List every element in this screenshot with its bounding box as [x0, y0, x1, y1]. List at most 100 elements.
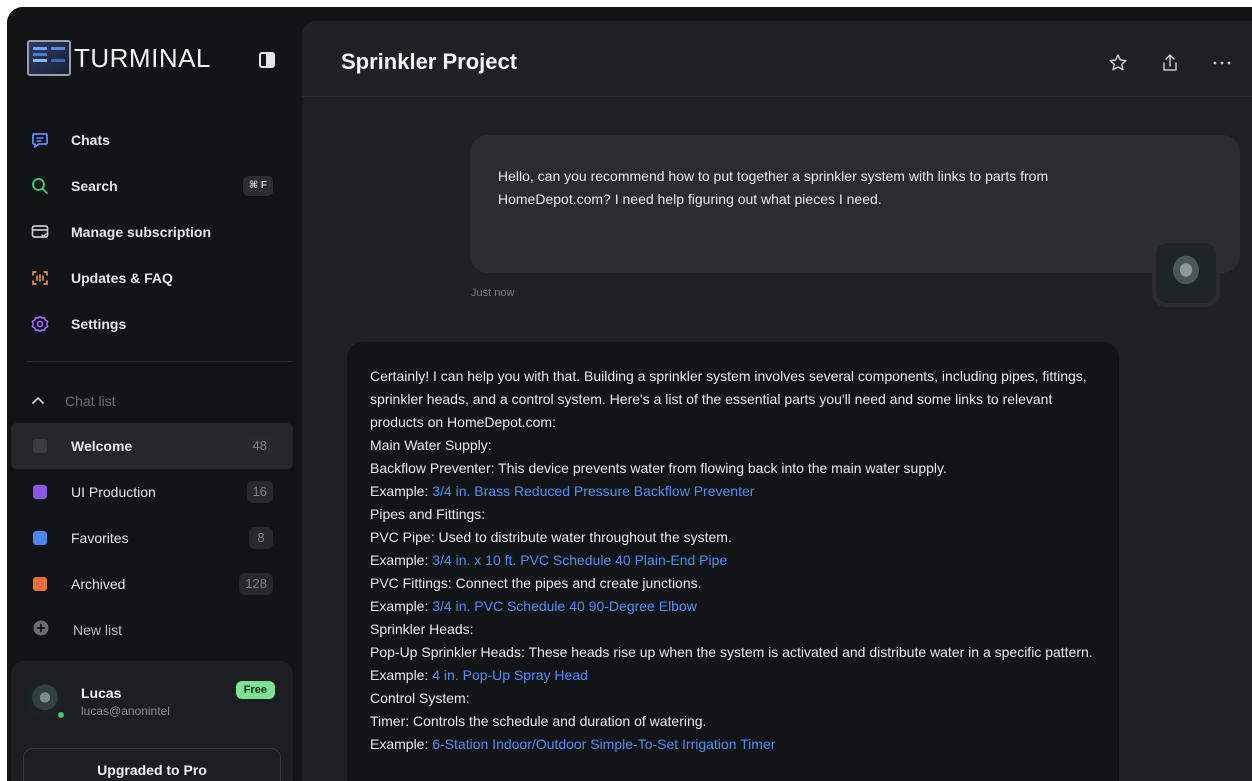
list-color-dot — [33, 485, 47, 499]
nav-item-search[interactable]: Search ⌘ F — [7, 163, 297, 209]
message-line: Certainly! I can help you with that. Bui… — [370, 365, 1100, 434]
list-label: UI Production — [71, 484, 156, 500]
brand[interactable]: TURMINAL — [27, 33, 211, 83]
product-link[interactable]: 3/4 in. x 10 ft. PVC Schedule 40 Plain-E… — [432, 552, 727, 568]
message-line: Timer: Controls the schedule and duratio… — [370, 710, 1100, 733]
message-line: PVC Fittings: Connect the pipes and crea… — [370, 572, 1100, 595]
list-item-archived[interactable]: Archived 128 — [11, 561, 293, 607]
list-count-badge: 8 — [249, 527, 273, 549]
plus-circle-icon — [33, 620, 49, 641]
product-link[interactable]: 3/4 in. PVC Schedule 40 90-Degree Elbow — [432, 598, 697, 614]
message-line-text: PVC Fittings: Connect the pipes and crea… — [370, 575, 702, 591]
nav-label: Chats — [71, 132, 110, 148]
upgrade-button[interactable]: Upgraded to Pro — [23, 748, 281, 781]
subscription-card-icon — [31, 223, 49, 241]
list-item-welcome[interactable]: Welcome 48 — [11, 423, 293, 469]
user-message-text: Hello, can you recommend how to put toge… — [498, 168, 1049, 207]
list-color-dot — [33, 531, 47, 545]
app-window: TURMINAL Chats Search ⌘ F Manage subscri… — [7, 7, 1252, 781]
message-line: Main Water Supply: — [370, 434, 1100, 457]
list-color-dot — [33, 577, 47, 591]
message-line-text: Example: — [370, 667, 433, 683]
message-line: Example: 3/4 in. x 10 ft. PVC Schedule 4… — [370, 549, 1100, 572]
message-line-text: Main Water Supply: — [370, 437, 492, 453]
avatar-photo — [1156, 243, 1216, 303]
more-options-icon[interactable] — [1210, 51, 1234, 75]
product-link[interactable]: 3/4 in. Brass Reduced Pressure Backflow … — [432, 483, 754, 499]
message-line-text: Pipes and Fittings: — [370, 506, 486, 522]
sidebar: TURMINAL Chats Search ⌘ F Manage subscri… — [7, 7, 297, 781]
header-actions — [1106, 51, 1234, 75]
gear-icon — [31, 315, 49, 333]
nav-label: Search — [71, 178, 118, 194]
message-line-text: Backflow Preventer: This device prevents… — [370, 460, 947, 476]
product-link[interactable]: 6-Station Indoor/Outdoor Simple-To-Set I… — [432, 736, 775, 752]
search-shortcut-badge: ⌘ F — [242, 176, 273, 196]
message-line-text: Example: — [370, 483, 433, 499]
sidebar-divider — [27, 361, 292, 362]
message-line-text: Example: — [370, 598, 433, 614]
message-line: Pipes and Fittings: — [370, 503, 1100, 526]
brand-name: TURMINAL — [74, 42, 211, 73]
chat-list-header[interactable]: Chat list — [31, 387, 116, 415]
search-icon — [31, 177, 49, 195]
logo-icon — [27, 40, 71, 76]
message-line: Example: 4 in. Pop-Up Spray Head — [370, 664, 1100, 687]
nav-item-updates-faq[interactable]: Updates & FAQ — [7, 255, 297, 301]
message-line-text: Pop-Up Sprinkler Heads: These heads rise… — [370, 644, 1093, 660]
list-color-dot — [33, 439, 47, 453]
message-line: Sprinkler Heads: — [370, 618, 1100, 641]
message-line-text: Certainly! I can help you with that. Bui… — [370, 368, 1087, 430]
assistant-message-bubble: Certainly! I can help you with that. Bui… — [347, 342, 1119, 781]
chat-panel: Sprinkler Project Hello, can you recomme… — [302, 21, 1252, 781]
chat-header: Sprinkler Project — [302, 21, 1252, 97]
product-link[interactable]: 4 in. Pop-Up Spray Head — [432, 667, 588, 683]
message-timestamp: Just now — [471, 287, 515, 299]
list-label: Favorites — [71, 530, 129, 546]
list-label: Archived — [71, 576, 126, 592]
nav-label: Manage subscription — [71, 224, 212, 240]
message-line-text: Sprinkler Heads: — [370, 621, 474, 637]
sidebar-nav: Chats Search ⌘ F Manage subscription Upd… — [7, 117, 297, 347]
share-icon[interactable] — [1158, 51, 1182, 75]
list-count-badge: 16 — [246, 481, 273, 503]
list-item-favorites[interactable]: Favorites 8 — [11, 515, 293, 561]
message-line: Example: 3/4 in. Brass Reduced Pressure … — [370, 480, 1100, 503]
list-item-ui-production[interactable]: UI Production 16 — [11, 469, 293, 515]
nav-item-manage-subscription[interactable]: Manage subscription — [7, 209, 297, 255]
user-card: Lucas lucas@anonintel Free Upgraded to P… — [11, 661, 293, 781]
message-line-text: Example: — [370, 552, 433, 568]
user-email: lucas@anonintel — [81, 704, 170, 718]
nav-item-chats[interactable]: Chats — [7, 117, 297, 163]
message-line: Example: 3/4 in. PVC Schedule 40 90-Degr… — [370, 595, 1100, 618]
avatar — [1152, 239, 1220, 307]
message-line-text: Control System: — [370, 690, 470, 706]
nav-label: Settings — [71, 316, 127, 332]
chevron-up-icon — [31, 392, 45, 410]
plan-badge: Free — [235, 681, 275, 699]
nav-label: Updates & FAQ — [71, 270, 173, 286]
message-line: Control System: — [370, 687, 1100, 710]
message-line: Backflow Preventer: This device prevents… — [370, 457, 1100, 480]
list-label: Welcome — [71, 438, 133, 454]
page-title: Sprinkler Project — [341, 49, 518, 74]
sidebar-toggle-icon[interactable] — [259, 52, 275, 68]
message-line: Example: 6-Station Indoor/Outdoor Simple… — [370, 733, 1100, 756]
new-list-button[interactable]: New list — [11, 607, 293, 653]
chat-list: Welcome 48 UI Production 16 Favorites 8 … — [11, 423, 293, 653]
user-name: Lucas — [81, 685, 122, 701]
message-line: PVC Pipe: Used to distribute water throu… — [370, 526, 1100, 549]
star-icon[interactable] — [1106, 51, 1130, 75]
message-line-text: Timer: Controls the schedule and duratio… — [370, 713, 707, 729]
nav-item-settings[interactable]: Settings — [7, 301, 297, 347]
message-line-text: PVC Pipe: Used to distribute water throu… — [370, 529, 732, 545]
message-line-text: Example: — [370, 736, 433, 752]
assistant-message-text: Certainly! I can help you with that. Bui… — [370, 365, 1100, 756]
updates-icon — [31, 269, 49, 287]
list-count-badge: 128 — [239, 573, 273, 595]
list-count-badge: 48 — [246, 435, 273, 457]
chat-list-title: Chat list — [65, 393, 116, 409]
message-line: Pop-Up Sprinkler Heads: These heads rise… — [370, 641, 1100, 664]
chat-bubble-icon — [31, 131, 49, 149]
new-list-label: New list — [73, 622, 123, 638]
